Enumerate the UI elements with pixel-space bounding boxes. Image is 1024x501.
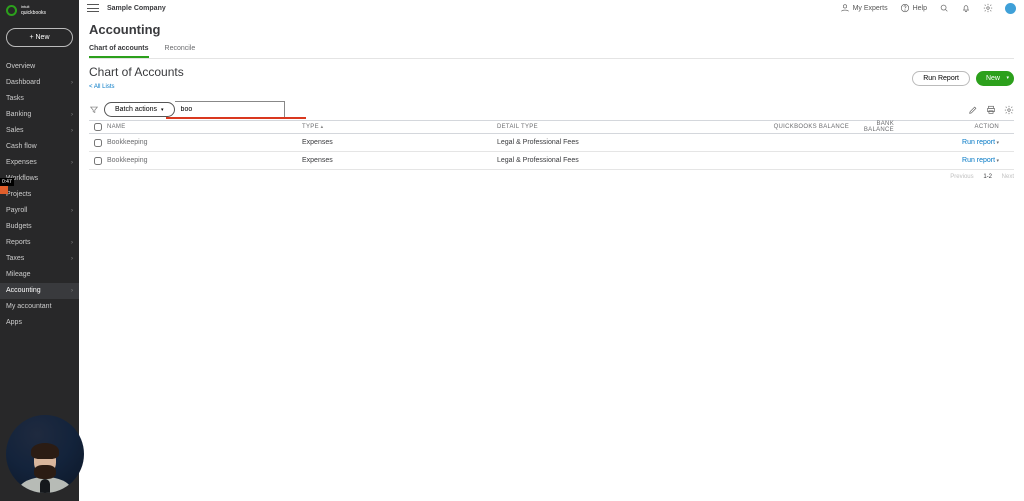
col-bank-balance[interactable]: BANK BALANCE — [855, 121, 900, 133]
filter-search-input[interactable] — [175, 101, 285, 118]
sidebar-item-banking[interactable]: Banking› — [0, 107, 79, 123]
sidebar-item-overview[interactable]: Overview — [0, 59, 79, 75]
brand-text: intuit quickbooks — [21, 4, 46, 16]
user-avatar[interactable] — [1005, 3, 1016, 14]
help-icon — [900, 3, 910, 13]
batch-actions-button[interactable]: Batch actions — [104, 102, 175, 117]
pager-prev[interactable]: Previous — [950, 174, 973, 180]
presenter-avatar — [6, 415, 84, 493]
tabs: Chart of accounts Reconcile — [89, 41, 1014, 59]
run-report-button[interactable]: Run Report — [912, 71, 970, 86]
back-link[interactable]: < All Lists — [89, 84, 115, 90]
main-content: Accounting Chart of accounts Reconcile Ch… — [79, 16, 1024, 501]
section-title: Chart of Accounts — [89, 65, 184, 79]
sidebar-item-apps[interactable]: Apps — [0, 315, 79, 331]
pager-next[interactable]: Next — [1002, 174, 1014, 180]
sidebar-item-taxes[interactable]: Taxes› — [0, 251, 79, 267]
person-icon — [840, 3, 850, 13]
company-name: Sample Company — [107, 5, 166, 12]
col-action: ACTION — [900, 124, 1003, 130]
sidebar-item-projects[interactable]: Projects — [0, 187, 79, 203]
sidebar-item-budgets[interactable]: Budgets — [0, 219, 79, 235]
sidebar-item-accounting[interactable]: Accounting› — [0, 283, 79, 299]
col-type[interactable]: TYPE — [302, 124, 497, 130]
cell-type: Expenses — [302, 157, 497, 164]
bell-icon[interactable] — [961, 3, 971, 13]
run-report-link[interactable]: Run report — [962, 139, 999, 146]
cell-detail: Legal & Professional Fees — [497, 139, 692, 146]
annotation-underline — [166, 117, 306, 119]
row-checkbox[interactable] — [94, 139, 102, 147]
tab-reconcile[interactable]: Reconcile — [165, 41, 196, 58]
sidebar-item-tasks[interactable]: Tasks — [0, 91, 79, 107]
my-experts-link[interactable]: My Experts — [840, 3, 888, 13]
pencil-icon[interactable] — [968, 105, 978, 115]
select-all-checkbox[interactable] — [94, 123, 102, 131]
appbar: Sample Company My Experts Help — [79, 0, 1024, 16]
cell-name[interactable]: Bookkeeping — [107, 157, 302, 164]
sidebar-item-mileage[interactable]: Mileage — [0, 267, 79, 283]
table-row: BookkeepingExpensesLegal & Professional … — [89, 134, 1014, 152]
sidebar-item-expenses[interactable]: Expenses› — [0, 155, 79, 171]
cell-name[interactable]: Bookkeeping — [107, 139, 302, 146]
menu-icon[interactable] — [87, 4, 99, 12]
gear-icon[interactable] — [983, 3, 993, 13]
cell-type: Expenses — [302, 139, 497, 146]
settings-gear-icon[interactable] — [1004, 105, 1014, 115]
new-button[interactable]: + New — [6, 28, 73, 47]
sidebar-item-cash-flow[interactable]: Cash flow — [0, 139, 79, 155]
accounts-table: NAME TYPE DETAIL TYPE QUICKBOOKS BALANCE… — [89, 120, 1014, 170]
search-icon[interactable] — [939, 3, 949, 13]
cell-detail: Legal & Professional Fees — [497, 157, 692, 164]
tab-chart-of-accounts[interactable]: Chart of accounts — [89, 41, 149, 58]
col-qb-balance[interactable]: QUICKBOOKS BALANCE — [692, 124, 855, 130]
pagination: Previous 1-2 Next — [89, 170, 1014, 184]
page-title: Accounting — [89, 22, 1014, 37]
brand-logo-icon — [6, 5, 17, 16]
sidebar-item-payroll[interactable]: Payroll› — [0, 203, 79, 219]
print-icon[interactable] — [986, 105, 996, 115]
pager-range: 1-2 — [983, 174, 992, 180]
col-name[interactable]: NAME — [107, 124, 302, 130]
video-marker — [0, 186, 8, 194]
new-account-button[interactable]: New — [976, 71, 1014, 86]
run-report-link[interactable]: Run report — [962, 157, 999, 164]
brand: intuit quickbooks — [0, 0, 79, 20]
sidebar-item-sales[interactable]: Sales› — [0, 123, 79, 139]
sidebar-item-my-accountant[interactable]: My accountant — [0, 299, 79, 315]
col-detail[interactable]: DETAIL TYPE — [497, 124, 692, 130]
help-link[interactable]: Help — [900, 3, 927, 13]
table-header: NAME TYPE DETAIL TYPE QUICKBOOKS BALANCE… — [89, 120, 1014, 134]
sidebar-nav: OverviewDashboard›TasksBanking›Sales›Cas… — [0, 55, 79, 331]
row-checkbox[interactable] — [94, 157, 102, 165]
sidebar-item-dashboard[interactable]: Dashboard› — [0, 75, 79, 91]
sidebar-item-reports[interactable]: Reports› — [0, 235, 79, 251]
video-timestamp: 0:47 — [0, 178, 14, 186]
filter-icon[interactable] — [89, 105, 99, 115]
table-row: BookkeepingExpensesLegal & Professional … — [89, 152, 1014, 170]
sidebar: intuit quickbooks + New OverviewDashboar… — [0, 0, 79, 501]
